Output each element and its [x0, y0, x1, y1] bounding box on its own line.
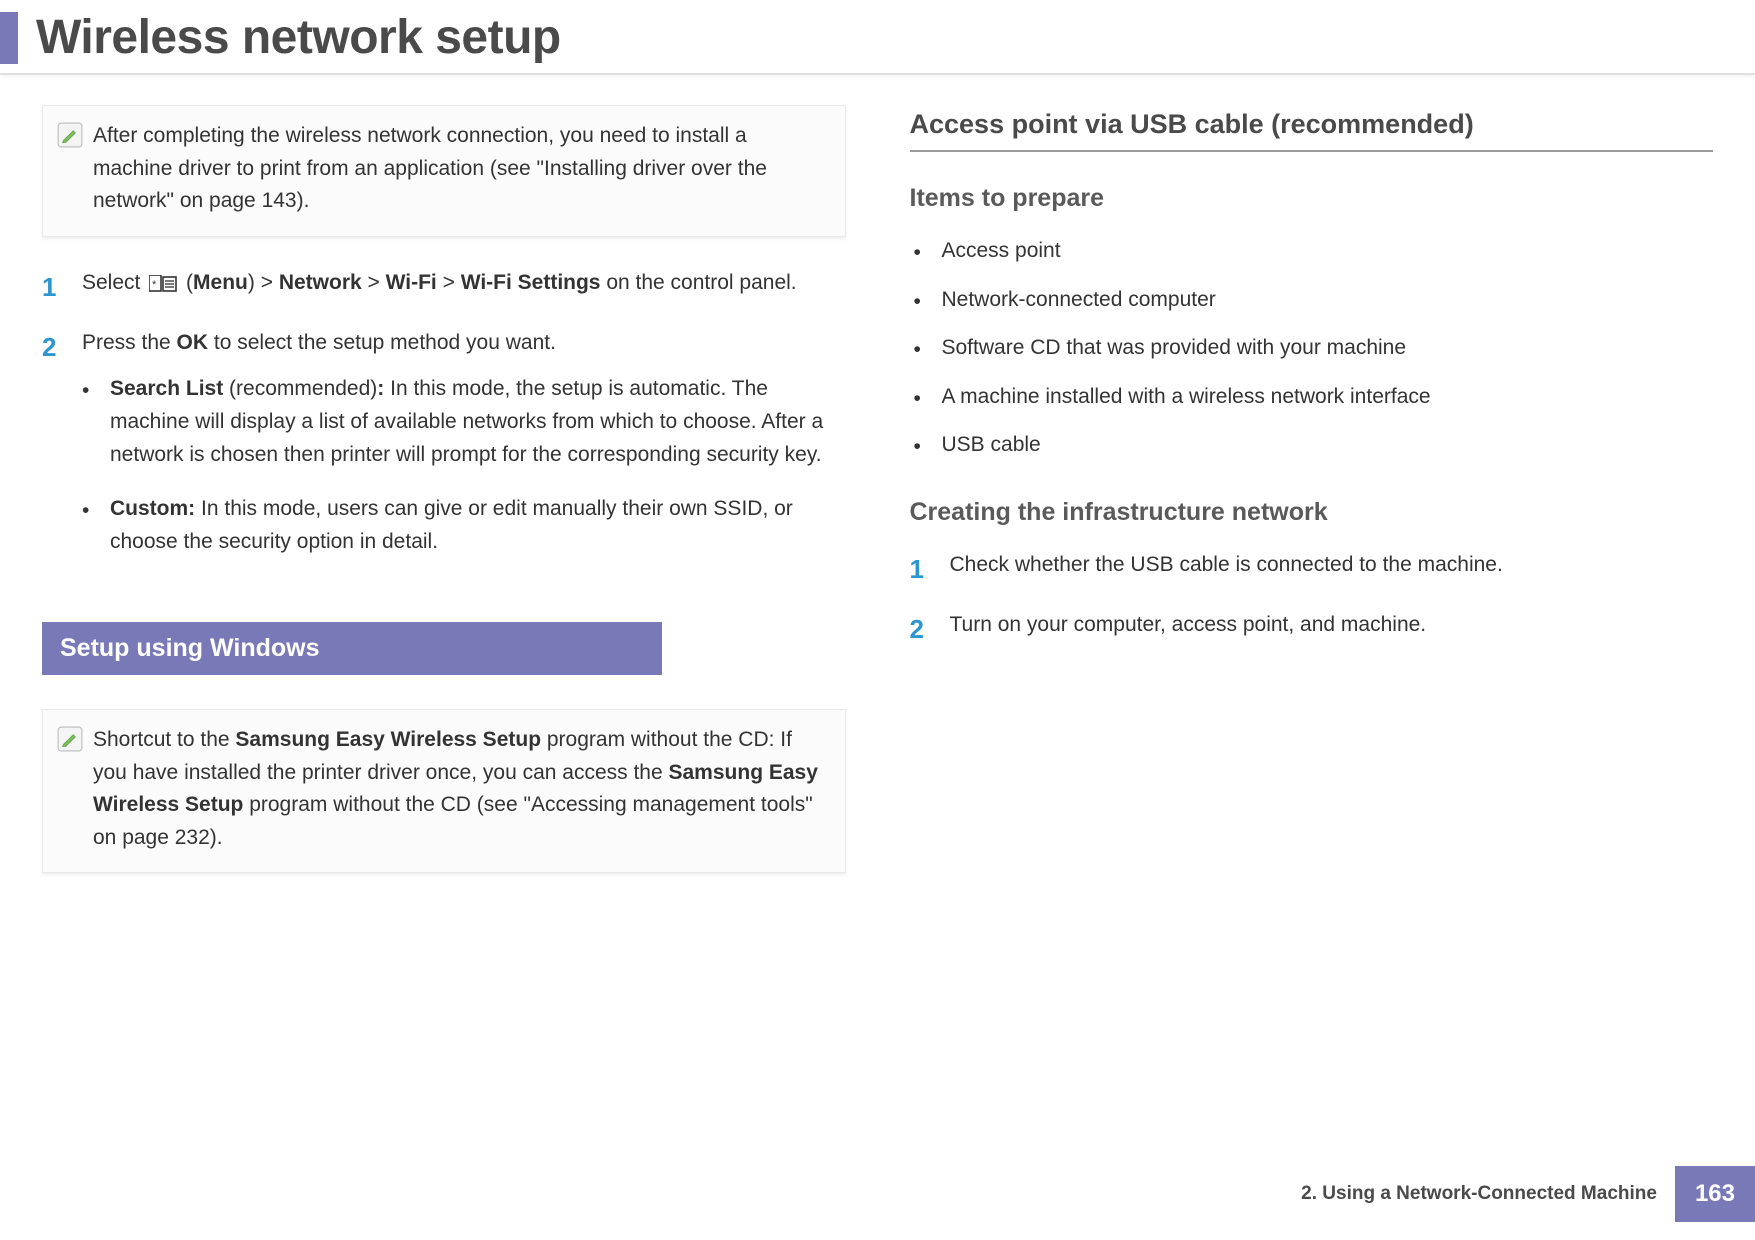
right-column: Access point via USB cable (recommended)… [910, 105, 1714, 903]
text: on the control panel. [601, 271, 797, 294]
text: ( [186, 271, 193, 294]
title-bar: Wireless network setup [0, 0, 1755, 75]
text: In this mode, users can give or edit man… [110, 497, 793, 553]
step-body: Press the OK to select the setup method … [82, 327, 846, 580]
step-text: Check whether the USB cable is connected… [950, 549, 1714, 589]
bold: Custom: [110, 497, 195, 520]
step-body: Select * (Menu) > Network > Wi-Fi > Wi-F… [82, 267, 846, 307]
step-number: 1 [42, 267, 64, 307]
list-item: • A machine installed with a wireless net… [914, 381, 1714, 416]
text: (recommended) [223, 377, 377, 400]
note-text-2: Shortcut to the Samsung Easy Wireless Se… [93, 724, 827, 854]
text: ) > [248, 271, 279, 294]
bullet-icon: • [914, 429, 924, 464]
bullet-icon: • [914, 381, 924, 416]
bold: Samsung Easy Wireless Setup [235, 728, 541, 751]
items-list: • Access point • Network-connected compute… [914, 235, 1714, 464]
path-bold: Network [279, 271, 362, 294]
bold: Search List [110, 377, 223, 400]
text: Shortcut to the [93, 728, 235, 751]
step-1: 1 Select * (Menu) > Network > Wi-Fi > Wi… [42, 267, 846, 307]
path-bold: Wi-Fi [386, 271, 437, 294]
sub-item-search-list: • Search List (recommended): In this mod… [82, 373, 846, 471]
note-box-1: After completing the wireless network co… [42, 105, 846, 237]
footer-chapter: 2. Using a Network-Connected Machine [1301, 1183, 1657, 1205]
ok-bold: OK [177, 331, 209, 354]
page-title: Wireless network setup [36, 10, 561, 65]
right-step-2: 2 Turn on your computer, access point, a… [910, 609, 1714, 649]
sublist: • Search List (recommended): In this mod… [82, 373, 846, 558]
sub-text: Search List (recommended): In this mode,… [110, 373, 846, 471]
item-text: USB cable [942, 429, 1041, 464]
sub-item-custom: • Custom: In this mode, users can give o… [82, 493, 846, 558]
list-item: • Access point [914, 235, 1714, 270]
step-text: Turn on your computer, access point, and… [950, 609, 1714, 649]
text: > [437, 271, 461, 294]
item-text: A machine installed with a wireless netw… [942, 381, 1431, 416]
step-number: 1 [910, 549, 932, 589]
note-text-1: After completing the wireless network co… [93, 120, 827, 218]
page: Wireless network setup After completing … [0, 0, 1755, 1240]
section-band: Setup using Windows [42, 622, 662, 675]
list-item: • Software CD that was provided with your… [914, 332, 1714, 367]
note-box-2: Shortcut to the Samsung Easy Wireless Se… [42, 709, 846, 873]
path-bold: Wi-Fi Settings [461, 271, 601, 294]
item-text: Network-connected computer [942, 284, 1216, 319]
item-text: Access point [942, 235, 1061, 270]
right-step-1: 1 Check whether the USB cable is connect… [910, 549, 1714, 589]
list-item: • Network-connected computer [914, 284, 1714, 319]
list-item: • USB cable [914, 429, 1714, 464]
bullet-icon: • [914, 284, 924, 319]
subheading-infra: Creating the infrastructure network [910, 498, 1714, 527]
bullet-icon: • [914, 332, 924, 367]
item-text: Software CD that was provided with your … [942, 332, 1407, 367]
step-number: 2 [42, 327, 64, 580]
title-accent [0, 12, 18, 64]
svg-text:*: * [152, 279, 157, 291]
step-number: 2 [910, 609, 932, 649]
section-heading: Access point via USB cable (recommended) [910, 109, 1714, 152]
menu-panel-icon: * [149, 273, 177, 293]
step-2: 2 Press the OK to select the setup metho… [42, 327, 846, 580]
page-number-badge: 163 [1675, 1166, 1755, 1222]
bullet-icon: • [914, 235, 924, 270]
text: > [362, 271, 386, 294]
content: After completing the wireless network co… [0, 75, 1755, 903]
bullet-icon: • [82, 493, 92, 558]
text: Press the [82, 331, 177, 354]
pencil-note-icon [57, 726, 83, 752]
footer: 2. Using a Network-Connected Machine 163 [1301, 1166, 1755, 1222]
bullet-icon: • [82, 373, 92, 471]
pencil-note-icon [57, 122, 83, 148]
text: Select [82, 271, 146, 294]
menu-bold: Menu [193, 271, 248, 294]
subheading-items: Items to prepare [910, 184, 1714, 213]
sub-text: Custom: In this mode, users can give or … [110, 493, 846, 558]
left-column: After completing the wireless network co… [42, 105, 846, 903]
text: to select the setup method you want. [208, 331, 556, 354]
